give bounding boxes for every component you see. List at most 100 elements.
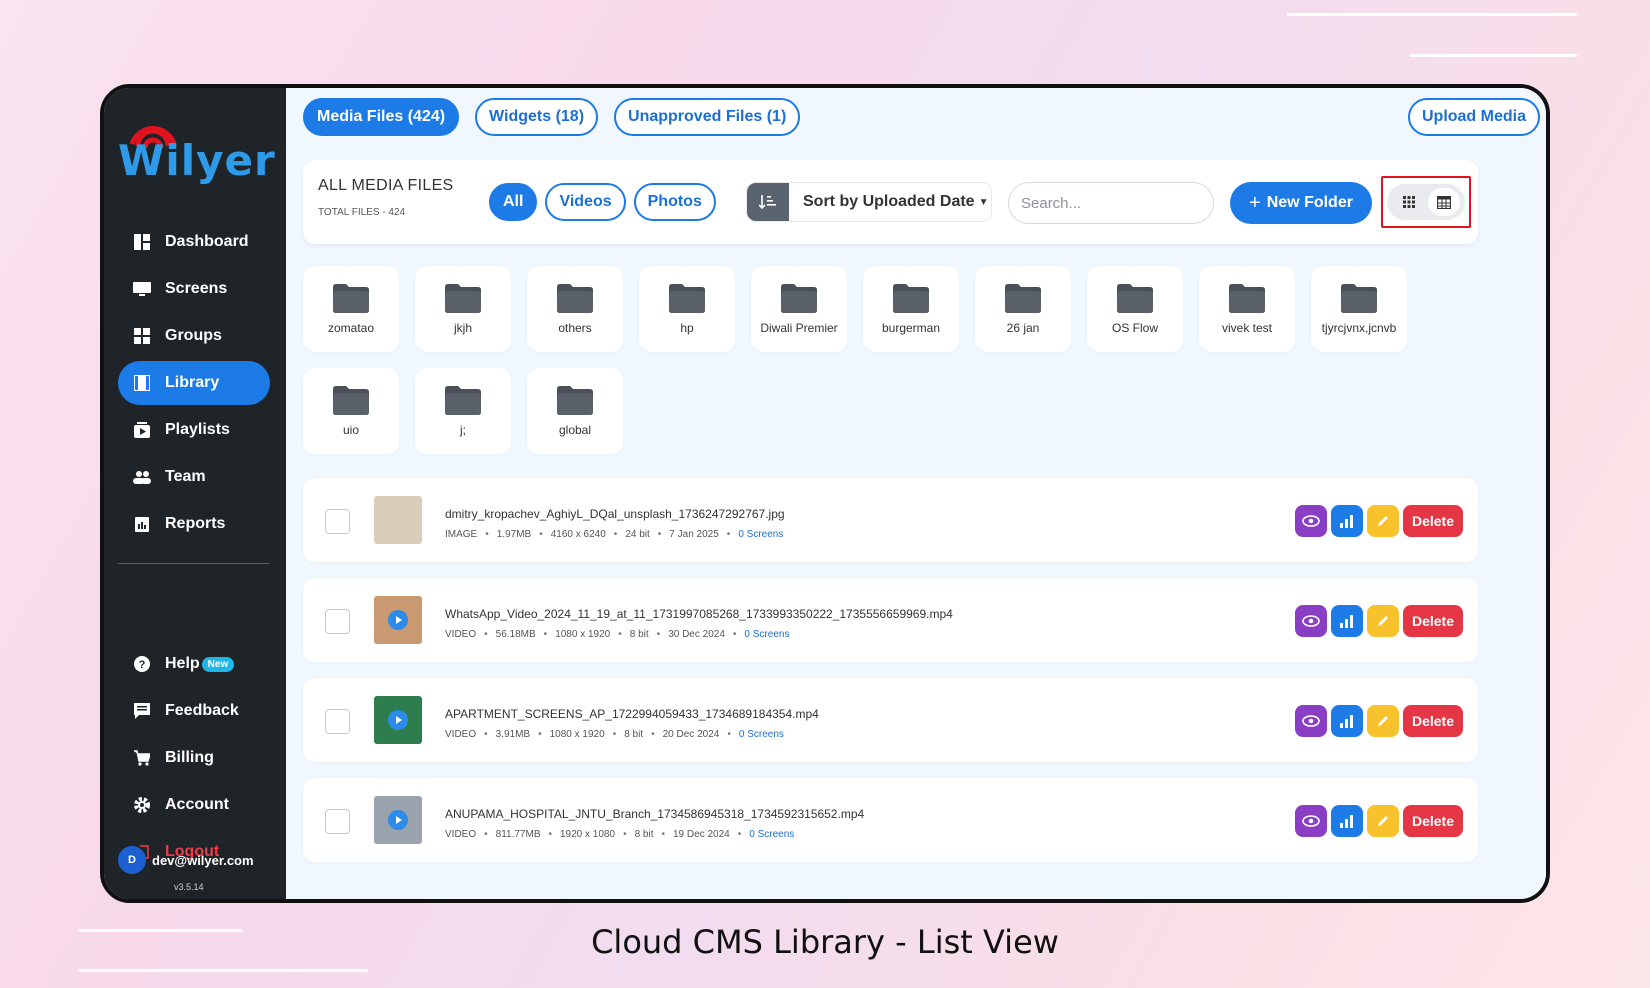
folder-item[interactable]: jkjh [415,266,511,352]
folder-item[interactable]: j; [415,368,511,454]
sidebar-item-label: Team [165,468,206,485]
sidebar-item-reports[interactable]: Reports [118,502,270,546]
delete-button[interactable]: Delete [1403,805,1463,837]
sidebar-item-playlists[interactable]: Playlists [118,408,270,452]
filter-all-button[interactable]: All [489,183,538,221]
sidebar-item-library[interactable]: Library [118,361,270,405]
folder-icon [1341,284,1377,313]
dot-separator: • [618,629,622,640]
dot-separator: • [623,829,627,840]
folder-item[interactable]: zomatao [303,266,399,352]
upload-media-button[interactable]: Upload Media [1407,98,1540,136]
file-name[interactable]: ANUPAMA_HOSPITAL_JNTU_Branch_17345869453… [445,807,864,821]
file-thumbnail[interactable] [374,696,422,744]
file-checkbox[interactable] [325,709,350,734]
file-date: 7 Jan 2025 [669,529,719,540]
eye-icon [1302,515,1320,527]
file-actions: Delete [1295,505,1463,537]
monitor-icon [133,280,151,298]
folder-item[interactable]: vivek test [1199,266,1295,352]
file-thumbnail[interactable] [374,496,422,544]
file-name[interactable]: APARTMENT_SCREENS_AP_1722994059433_17346… [445,707,819,721]
sidebar-item-label: Account [165,796,229,813]
file-actions: Delete [1295,805,1463,837]
folder-item[interactable]: tjyrcjvnx,jcnvb [1311,266,1407,352]
file-name[interactable]: dmitry_kropachev_AghiyL_DQal_unsplash_17… [445,507,785,521]
file-name[interactable]: WhatsApp_Video_2024_11_19_at_11_17319970… [445,607,953,621]
file-checkbox[interactable] [325,609,350,634]
list-view-button[interactable] [1427,188,1460,216]
user-profile[interactable]: D dev@wilyer.com [118,846,254,874]
preview-button[interactable] [1295,805,1327,837]
sort-dropdown[interactable]: Sort by Uploaded Date ▼ [746,182,992,222]
sidebar-item-groups[interactable]: Groups [118,314,270,358]
file-screens-link[interactable]: 0 Screens [749,829,794,840]
file-thumbnail[interactable] [374,596,422,644]
sidebar-item-team[interactable]: Team [118,455,270,499]
folder-item[interactable]: global [527,368,623,454]
team-icon [133,468,151,486]
file-checkbox[interactable] [325,809,350,834]
dot-separator: • [612,729,617,740]
play-icon [388,710,408,730]
pencil-icon [1378,516,1388,526]
grid-view-button[interactable] [1393,188,1425,216]
app-window: Wilyer Dashboard Screens Groups Library … [100,84,1550,903]
edit-button[interactable] [1367,705,1399,737]
folder-item[interactable]: uio [303,368,399,454]
edit-button[interactable] [1367,505,1399,537]
svg-text:?: ? [139,659,146,671]
folder-item[interactable]: burgerman [863,266,959,352]
tab-unapproved-files[interactable]: Unapproved Files (1) [614,98,801,136]
delete-button[interactable]: Delete [1403,505,1463,537]
file-dimensions: 1080 x 1920 [555,629,611,640]
eye-icon [1302,715,1320,727]
file-checkbox[interactable] [325,509,350,534]
tab-widgets[interactable]: Widgets (18) [475,98,599,136]
filter-videos-button[interactable]: Videos [545,183,626,221]
stats-button[interactable] [1331,605,1363,637]
file-screens-link[interactable]: 0 Screens [739,729,784,740]
sidebar-item-account[interactable]: Account [118,783,270,827]
sidebar-item-feedback[interactable]: Feedback [118,689,270,733]
folder-name: uio [342,423,359,437]
delete-button[interactable]: Delete [1403,605,1463,637]
stats-button[interactable] [1331,805,1363,837]
edit-button[interactable] [1367,805,1399,837]
stats-button[interactable] [1331,705,1363,737]
filter-photos-button[interactable]: Photos [633,183,716,221]
dot-separator: • [737,829,742,840]
edit-button[interactable] [1367,605,1399,637]
sidebar-divider [118,563,270,564]
folder-item[interactable]: OS Flow [1087,266,1183,352]
file-screens-link[interactable]: 0 Screens [744,629,789,640]
dot-separator: • [732,629,737,640]
folder-name: global [558,423,592,437]
folder-item[interactable]: others [527,266,623,352]
preview-button[interactable] [1295,505,1327,537]
new-folder-button[interactable]: + New Folder [1230,182,1372,224]
feedback-icon [133,702,151,720]
preview-button[interactable] [1295,705,1327,737]
tab-media-files[interactable]: Media Files (424) [303,98,460,136]
file-size: 1.97MB [496,529,532,540]
folder-icon [781,284,817,313]
search-input[interactable] [1008,182,1214,224]
playlist-icon [133,421,151,439]
sidebar-item-dashboard[interactable]: Dashboard [118,220,270,264]
preview-button[interactable] [1295,605,1327,637]
bar-chart-icon [1340,515,1353,528]
file-thumbnail[interactable] [374,796,422,844]
folder-item[interactable]: Diwali Premier [751,266,847,352]
file-row: dmitry_kropachev_AghiyL_DQal_unsplash_17… [303,478,1478,562]
folder-item[interactable]: 26 jan [975,266,1071,352]
sidebar-item-billing[interactable]: Billing [118,736,270,780]
folder-item[interactable]: hp [639,266,735,352]
sidebar-item-help[interactable]: ? Help New [118,642,270,686]
brand-logo: Wilyer [118,136,276,185]
film-icon [133,374,151,392]
sidebar-item-screens[interactable]: Screens [118,267,270,311]
stats-button[interactable] [1331,505,1363,537]
file-screens-link[interactable]: 0 Screens [738,529,783,540]
delete-button[interactable]: Delete [1403,705,1463,737]
